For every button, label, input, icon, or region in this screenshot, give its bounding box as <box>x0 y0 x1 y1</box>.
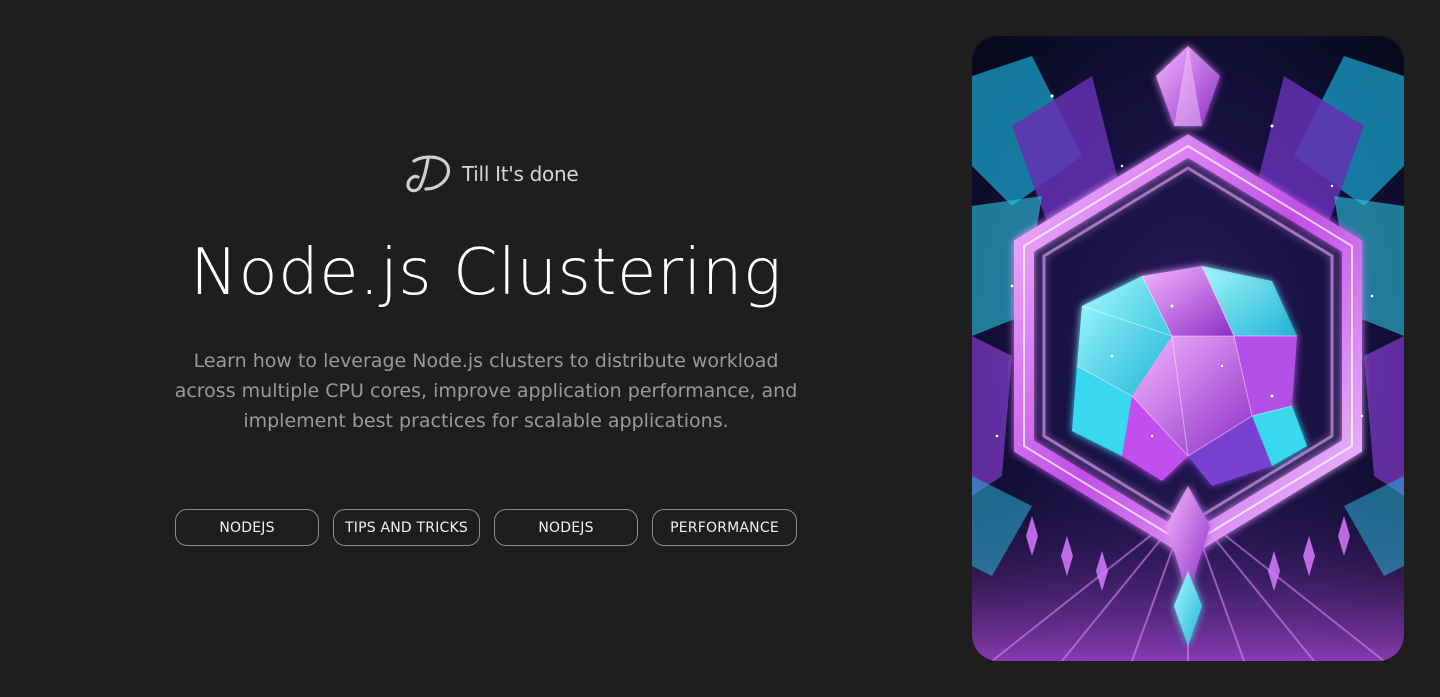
brand-name: Till It's done <box>462 162 579 186</box>
cover-image <box>972 36 1404 661</box>
tag-list: NODEJS TIPS AND TRICKS NODEJS PERFORMANC… <box>175 509 797 546</box>
tag-nodejs-2[interactable]: NODEJS <box>494 509 638 546</box>
brand-logo-icon <box>406 155 451 193</box>
post-intro: Till It's done Node.js Clustering Learn … <box>0 0 972 697</box>
tag-tips-and-tricks[interactable]: TIPS AND TRICKS <box>333 509 480 546</box>
tag-nodejs[interactable]: NODEJS <box>175 509 319 546</box>
tag-performance[interactable]: PERFORMANCE <box>652 509 797 546</box>
post-header: Till It's done Node.js Clustering Learn … <box>0 0 1440 697</box>
crystal-hexagon-artwork <box>972 36 1404 661</box>
post-description: Learn how to leverage Node.js clusters t… <box>174 350 798 432</box>
page-title: Node.js Clustering <box>190 236 782 310</box>
brand[interactable]: Till It's done <box>404 153 579 195</box>
